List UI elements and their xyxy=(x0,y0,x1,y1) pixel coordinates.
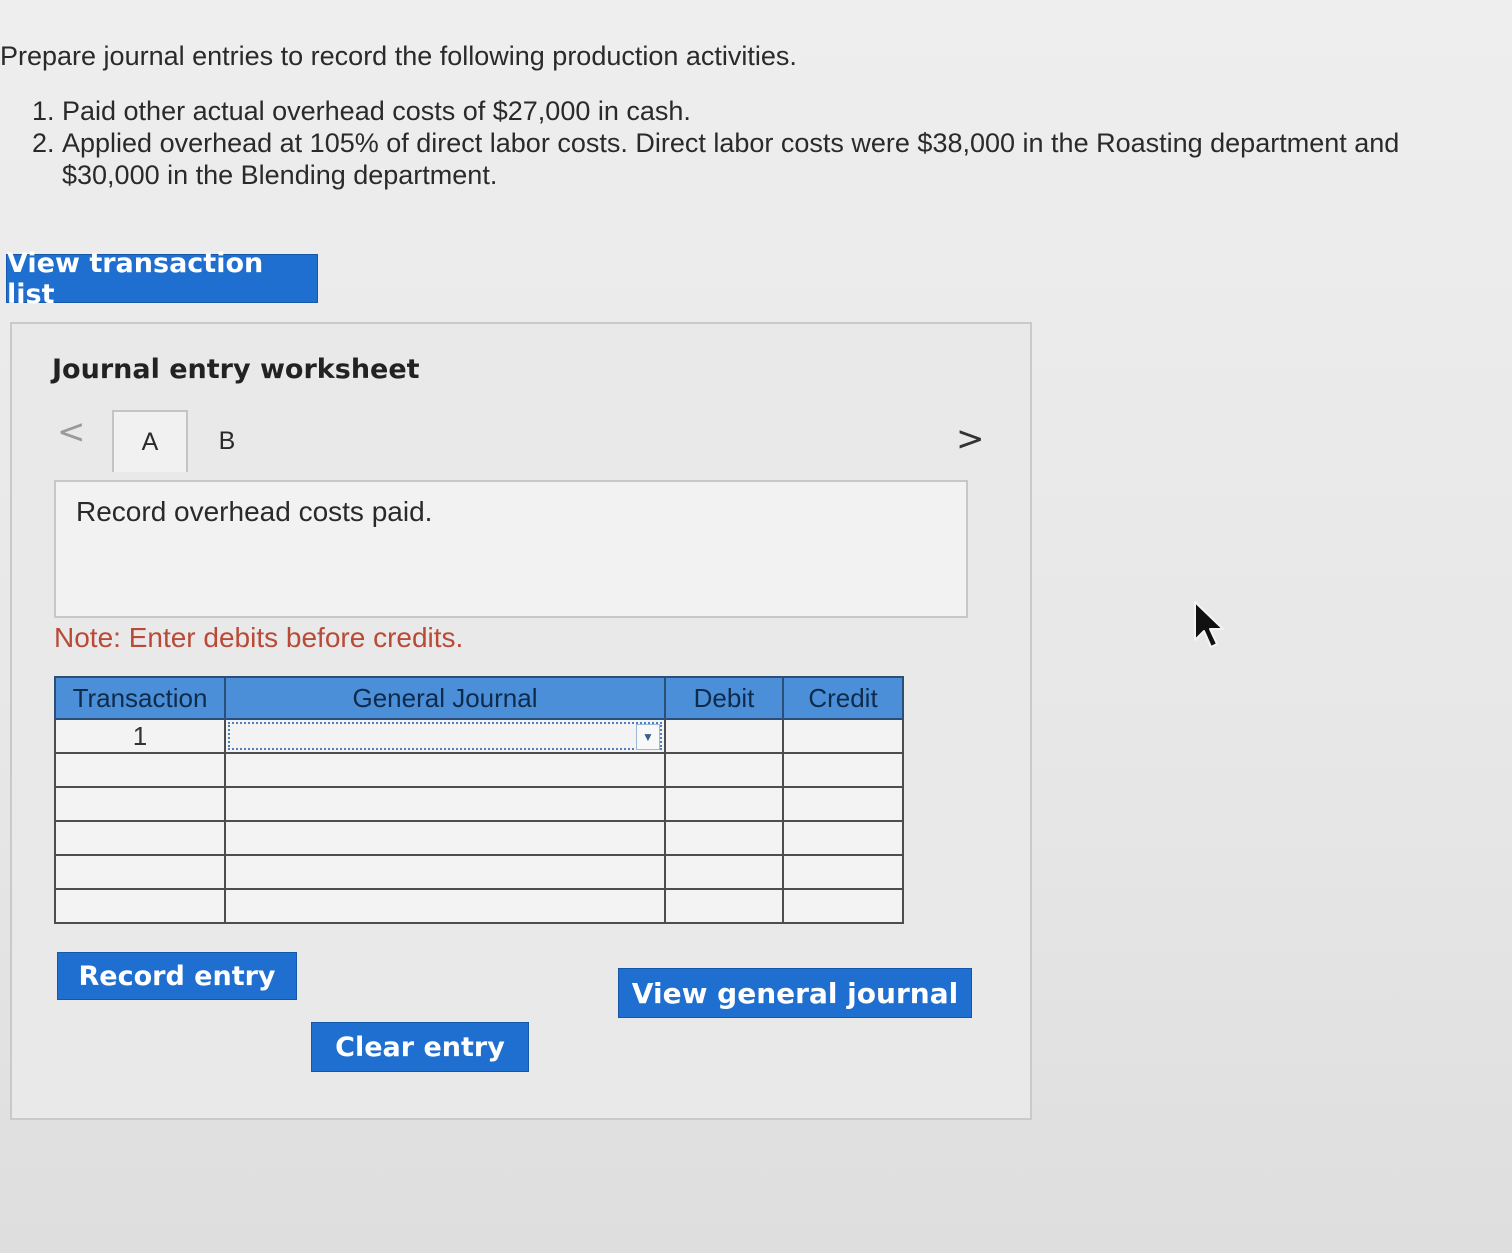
credit-input[interactable] xyxy=(782,854,904,890)
debit-input[interactable] xyxy=(664,718,784,754)
view-transaction-list-button[interactable]: View transaction list xyxy=(6,248,318,310)
header-general-journal: General Journal xyxy=(224,676,666,720)
transaction-number xyxy=(54,752,226,788)
table-row xyxy=(54,888,904,924)
view-general-journal-button[interactable]: View general journal xyxy=(618,968,972,1018)
debit-input[interactable] xyxy=(664,854,784,890)
table-row xyxy=(54,854,904,890)
table-row xyxy=(54,820,904,856)
clear-entry-button[interactable]: Clear entry xyxy=(311,1022,529,1072)
instructions: Prepare journal entries to record the fo… xyxy=(0,40,1480,191)
table-row xyxy=(54,786,904,822)
account-select[interactable] xyxy=(224,888,666,924)
chevron-down-icon[interactable]: ▼ xyxy=(636,724,660,750)
transaction-number xyxy=(54,820,226,856)
transaction-number xyxy=(54,786,226,822)
tab-a[interactable]: A xyxy=(112,410,188,472)
instruction-item: Applied overhead at 105% of direct labor… xyxy=(62,127,1480,191)
transaction-number: 1 xyxy=(54,718,226,754)
mouse-cursor-icon xyxy=(1194,601,1224,648)
worksheet-title: Journal entry worksheet xyxy=(52,354,420,385)
account-select[interactable]: ▼ xyxy=(224,718,666,754)
tab-b[interactable]: B xyxy=(202,410,252,472)
instructions-intro: Prepare journal entries to record the fo… xyxy=(0,41,797,71)
credit-input[interactable] xyxy=(782,888,904,924)
header-credit: Credit xyxy=(782,676,904,720)
account-select[interactable] xyxy=(224,820,666,856)
chevron-left-icon[interactable]: < xyxy=(57,412,86,452)
header-debit: Debit xyxy=(664,676,784,720)
entry-description: Record overhead costs paid. xyxy=(54,480,968,618)
journal-entry-worksheet: Journal entry worksheet < A B > Record o… xyxy=(10,322,1032,1120)
table-row xyxy=(54,752,904,788)
debit-input[interactable] xyxy=(664,752,784,788)
instructions-list: Paid other actual overhead costs of $27,… xyxy=(0,95,1480,191)
table-row: 1 ▼ xyxy=(54,718,904,754)
account-select[interactable] xyxy=(224,854,666,890)
credit-input[interactable] xyxy=(782,820,904,856)
journal-header-row: Transaction General Journal Debit Credit xyxy=(54,676,904,720)
debit-input[interactable] xyxy=(664,820,784,856)
credit-input[interactable] xyxy=(782,718,904,754)
debit-input[interactable] xyxy=(664,888,784,924)
instruction-item: Paid other actual overhead costs of $27,… xyxy=(62,95,1480,127)
header-transaction: Transaction xyxy=(54,676,226,720)
note-text: Note: Enter debits before credits. xyxy=(54,622,464,653)
transaction-number xyxy=(54,888,226,924)
debit-input[interactable] xyxy=(664,786,784,822)
transaction-number xyxy=(54,854,226,890)
record-entry-button[interactable]: Record entry xyxy=(57,952,297,1000)
account-select[interactable] xyxy=(224,752,666,788)
credit-input[interactable] xyxy=(782,752,904,788)
chevron-right-icon[interactable]: > xyxy=(956,419,985,459)
account-select[interactable] xyxy=(224,786,666,822)
journal-table: Transaction General Journal Debit Credit… xyxy=(54,676,904,924)
credit-input[interactable] xyxy=(782,786,904,822)
